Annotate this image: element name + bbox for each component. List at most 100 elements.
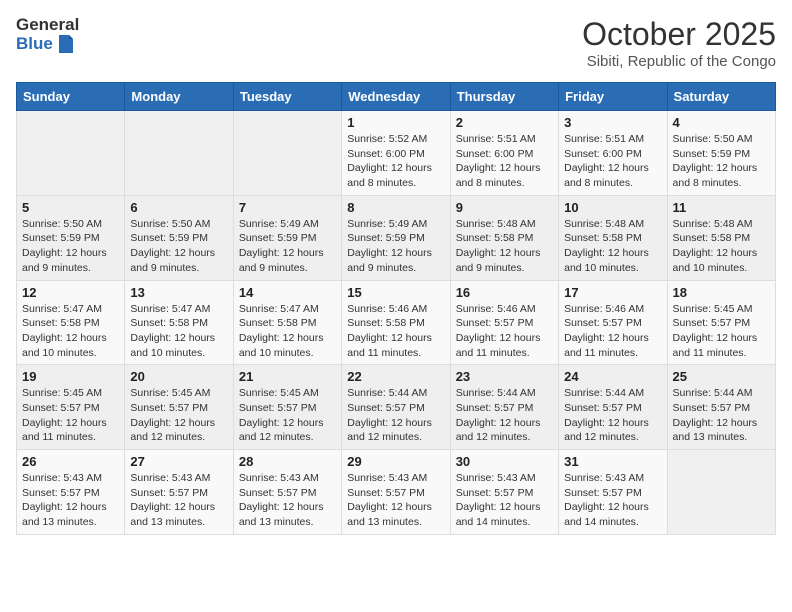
day-number: 19 <box>22 369 119 384</box>
day-number: 9 <box>456 200 553 215</box>
day-number: 21 <box>239 369 336 384</box>
calendar-cell: 12Sunrise: 5:47 AMSunset: 5:58 PMDayligh… <box>17 280 125 365</box>
calendar-cell: 18 Sunrise: 5:45 AMSunset: 5:57 PMDayligh… <box>667 280 775 365</box>
day-number: 4 <box>673 115 770 130</box>
calendar-cell: 23Sunrise: 5:44 AMSunset: 5:57 PMDayligh… <box>450 365 558 450</box>
day-detail: Sunrise: 5:52 AMSunset: 6:00 PMDaylight:… <box>347 132 444 191</box>
day-number: 28 <box>239 454 336 469</box>
day-number: 31 <box>564 454 661 469</box>
week-row-4: 19 Sunrise: 5:45 AMSunset: 5:57 PMDayligh… <box>17 365 776 450</box>
day-number: 10 <box>564 200 661 215</box>
weekday-header-tuesday: Tuesday <box>233 83 341 111</box>
day-detail: Sunrise: 5:50 AMSunset: 5:59 PMDaylight:… <box>673 132 770 191</box>
calendar-cell: 6 Sunrise: 5:50 AMSunset: 5:59 PMDaylight… <box>125 195 233 280</box>
day-detail: Sunrise: 5:44 AMSunset: 5:57 PMDaylight:… <box>673 386 770 445</box>
calendar-cell <box>125 111 233 196</box>
weekday-header-saturday: Saturday <box>667 83 775 111</box>
month-title: October 2025 <box>582 16 776 53</box>
calendar-cell: 13Sunrise: 5:47 AMSunset: 5:58 PMDayligh… <box>125 280 233 365</box>
calendar-cell: 10 Sunrise: 5:48 AMSunset: 5:58 PMDayligh… <box>559 195 667 280</box>
day-detail: Sunrise: 5:44 AMSunset: 5:57 PMDaylight:… <box>564 386 661 445</box>
day-number: 16 <box>456 285 553 300</box>
day-detail: Sunrise: 5:49 AMSunset: 5:59 PMDaylight:… <box>239 217 336 276</box>
day-number: 20 <box>130 369 227 384</box>
calendar-cell: 26 Sunrise: 5:43 AMSunset: 5:57 PMDayligh… <box>17 450 125 535</box>
calendar-cell: 2 Sunrise: 5:51 AMSunset: 6:00 PMDaylight… <box>450 111 558 196</box>
calendar-cell: 5 Sunrise: 5:50 AMSunset: 5:59 PMDaylight… <box>17 195 125 280</box>
day-detail: Sunrise: 5:47 AMSunset: 5:58 PMDaylight:… <box>130 302 227 361</box>
day-detail: Sunrise: 5:48 AMSunset: 5:58 PMDaylight:… <box>564 217 661 276</box>
day-number: 15 <box>347 285 444 300</box>
day-detail: Sunrise: 5:44 AMSunset: 5:57 PMDaylight:… <box>347 386 444 445</box>
day-number: 27 <box>130 454 227 469</box>
logo-blue: Blue <box>16 35 53 54</box>
location-subtitle: Sibiti, Republic of the Congo <box>582 53 776 70</box>
calendar-cell: 20 Sunrise: 5:45 AMSunset: 5:57 PMDayligh… <box>125 365 233 450</box>
calendar-cell: 16 Sunrise: 5:46 AMSunset: 5:57 PMDayligh… <box>450 280 558 365</box>
day-detail: Sunrise: 5:45 AMSunset: 5:57 PMDaylight:… <box>130 386 227 445</box>
day-detail: Sunrise: 5:51 AMSunset: 6:00 PMDaylight:… <box>564 132 661 191</box>
calendar-cell: 31 Sunrise: 5:43 AMSunset: 5:57 PMDayligh… <box>559 450 667 535</box>
weekday-header-monday: Monday <box>125 83 233 111</box>
title-area: October 2025 Sibiti, Republic of the Con… <box>582 16 776 70</box>
calendar-cell: 21Sunrise: 5:45 AMSunset: 5:57 PMDayligh… <box>233 365 341 450</box>
day-detail: Sunrise: 5:46 AMSunset: 5:57 PMDaylight:… <box>456 302 553 361</box>
day-detail: Sunrise: 5:49 AMSunset: 5:59 PMDaylight:… <box>347 217 444 276</box>
calendar-cell <box>667 450 775 535</box>
week-row-3: 12Sunrise: 5:47 AMSunset: 5:58 PMDayligh… <box>17 280 776 365</box>
day-number: 5 <box>22 200 119 215</box>
day-number: 3 <box>564 115 661 130</box>
calendar-cell: 29 Sunrise: 5:43 AMSunset: 5:57 PMDayligh… <box>342 450 450 535</box>
day-detail: Sunrise: 5:51 AMSunset: 6:00 PMDaylight:… <box>456 132 553 191</box>
day-detail: Sunrise: 5:50 AMSunset: 5:59 PMDaylight:… <box>130 217 227 276</box>
day-detail: Sunrise: 5:48 AMSunset: 5:58 PMDaylight:… <box>456 217 553 276</box>
calendar-cell <box>17 111 125 196</box>
logo: General Blue <box>16 16 79 53</box>
calendar-cell: 8 Sunrise: 5:49 AMSunset: 5:59 PMDaylight… <box>342 195 450 280</box>
day-number: 2 <box>456 115 553 130</box>
day-number: 30 <box>456 454 553 469</box>
day-detail: Sunrise: 5:50 AMSunset: 5:59 PMDaylight:… <box>22 217 119 276</box>
weekday-header-thursday: Thursday <box>450 83 558 111</box>
calendar-cell: 1Sunrise: 5:52 AMSunset: 6:00 PMDaylight… <box>342 111 450 196</box>
weekday-header-sunday: Sunday <box>17 83 125 111</box>
day-number: 25 <box>673 369 770 384</box>
week-row-1: 1Sunrise: 5:52 AMSunset: 6:00 PMDaylight… <box>17 111 776 196</box>
day-number: 24 <box>564 369 661 384</box>
day-number: 18 <box>673 285 770 300</box>
day-detail: Sunrise: 5:45 AMSunset: 5:57 PMDaylight:… <box>22 386 119 445</box>
day-number: 26 <box>22 454 119 469</box>
day-number: 14 <box>239 285 336 300</box>
day-detail: Sunrise: 5:43 AMSunset: 5:57 PMDaylight:… <box>564 471 661 530</box>
day-number: 6 <box>130 200 227 215</box>
day-number: 29 <box>347 454 444 469</box>
calendar-cell: 3 Sunrise: 5:51 AMSunset: 6:00 PMDaylight… <box>559 111 667 196</box>
calendar-cell: 11Sunrise: 5:48 AMSunset: 5:58 PMDayligh… <box>667 195 775 280</box>
day-detail: Sunrise: 5:47 AMSunset: 5:58 PMDaylight:… <box>239 302 336 361</box>
day-detail: Sunrise: 5:43 AMSunset: 5:57 PMDaylight:… <box>456 471 553 530</box>
day-number: 8 <box>347 200 444 215</box>
week-row-2: 5 Sunrise: 5:50 AMSunset: 5:59 PMDaylight… <box>17 195 776 280</box>
weekday-header-wednesday: Wednesday <box>342 83 450 111</box>
calendar-cell: 24 Sunrise: 5:44 AMSunset: 5:57 PMDayligh… <box>559 365 667 450</box>
day-number: 23 <box>456 369 553 384</box>
calendar-cell: 28 Sunrise: 5:43 AMSunset: 5:57 PMDayligh… <box>233 450 341 535</box>
day-number: 7 <box>239 200 336 215</box>
calendar-cell: 7 Sunrise: 5:49 AMSunset: 5:59 PMDaylight… <box>233 195 341 280</box>
day-detail: Sunrise: 5:47 AMSunset: 5:58 PMDaylight:… <box>22 302 119 361</box>
day-detail: Sunrise: 5:43 AMSunset: 5:57 PMDaylight:… <box>22 471 119 530</box>
day-number: 11 <box>673 200 770 215</box>
calendar-cell: 14 Sunrise: 5:47 AMSunset: 5:58 PMDayligh… <box>233 280 341 365</box>
day-number: 22 <box>347 369 444 384</box>
page-header: General Blue October 2025 Sibiti, Republ… <box>16 16 776 70</box>
calendar-cell: 30 Sunrise: 5:43 AMSunset: 5:57 PMDayligh… <box>450 450 558 535</box>
calendar-cell <box>233 111 341 196</box>
weekday-header-friday: Friday <box>559 83 667 111</box>
calendar-cell: 4 Sunrise: 5:50 AMSunset: 5:59 PMDaylight… <box>667 111 775 196</box>
calendar-cell: 9 Sunrise: 5:48 AMSunset: 5:58 PMDaylight… <box>450 195 558 280</box>
logo-icon <box>55 35 73 53</box>
day-detail: Sunrise: 5:43 AMSunset: 5:57 PMDaylight:… <box>239 471 336 530</box>
day-detail: Sunrise: 5:43 AMSunset: 5:57 PMDaylight:… <box>347 471 444 530</box>
day-detail: Sunrise: 5:45 AMSunset: 5:57 PMDaylight:… <box>673 302 770 361</box>
calendar-table: SundayMondayTuesdayWednesdayThursdayFrid… <box>16 82 776 535</box>
